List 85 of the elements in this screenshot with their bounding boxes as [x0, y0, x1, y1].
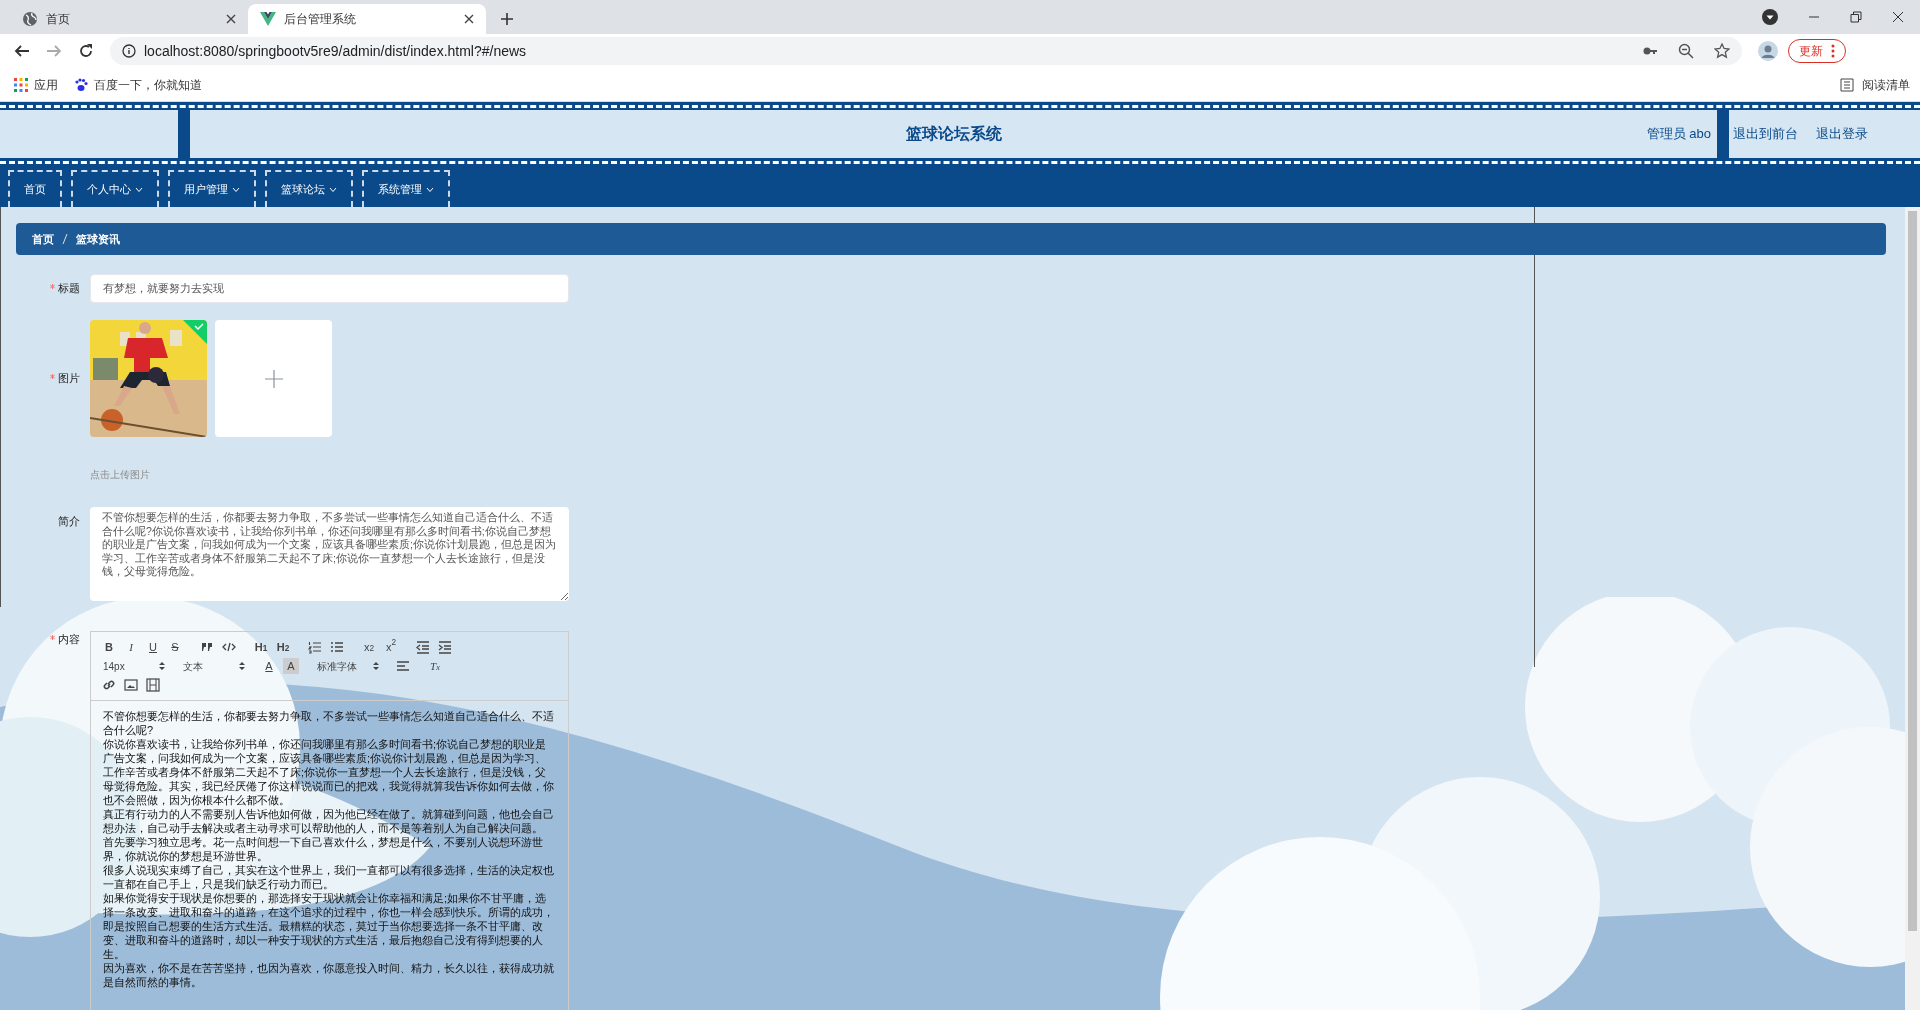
- browser-tab[interactable]: 后台管理系统: [248, 4, 486, 34]
- slash-icon: [62, 234, 68, 244]
- align-left-icon: [396, 659, 410, 673]
- close-icon[interactable]: [226, 14, 236, 24]
- toolbar-button[interactable]: H$_{1}$: [253, 639, 269, 655]
- content-paragraph: 首先要学习独立思考。花一点时间想一下自己喜欢什么，梦想是什么，不要别人说想环游世界，你就说你的梦想是环游世界。: [103, 835, 544, 863]
- toolbar-button[interactable]: x$_{2}$: [361, 639, 377, 655]
- ordered-list-icon: [308, 640, 322, 654]
- toolbar-button[interactable]: [395, 658, 411, 674]
- intro-textarea[interactable]: 不管你想要怎样的生活，你都要去努力争取，不多尝试一些事情怎么知道自己适合什么、不适合什么呢?你说你喜欢读书，让我给你列书单，你还问我哪里有那么多时间看书;你说自己梦想的职业是广告文案，问我如何成为一个文案，应该具备哪些素质;你说你计划晨跑，但总是因为学习、工作辛苦或者身体不舒服第二天起不了床;你说你一直梦想一个人去长途旅行，但是没钱，父母觉得危险。: [90, 507, 569, 601]
- link-icon: [102, 678, 116, 692]
- reload-icon[interactable]: [78, 43, 94, 59]
- more-icon: [1831, 44, 1835, 58]
- url-text: localhost:8080/springbootv5re9/admin/dist/index.html?#/news: [144, 41, 528, 61]
- field-label: 图片: [58, 371, 80, 387]
- field-label: 标题: [58, 281, 80, 297]
- content-paragraph: 很多人说现实束缚了自己，其实在这个世界上，我们一直都可以有很多选择，生活的决定权也一直都在自己手上，只是我们缺乏行动力而已。: [103, 863, 555, 891]
- toolbar-button[interactable]: B: [101, 639, 117, 655]
- code-icon: [222, 640, 236, 654]
- toolbar-button[interactable]: H$_{2}$: [275, 639, 291, 655]
- image-icon: [124, 678, 138, 692]
- bookmark[interactable]: 百度一下，你就知道: [74, 75, 202, 94]
- tab-title: 首页: [46, 11, 71, 28]
- toolbar-button[interactable]: T$_{x}$: [427, 658, 443, 674]
- address-bar[interactable]: localhost:8080/springbootv5re9/admin/dist/index.html?#/news: [110, 37, 1742, 65]
- field-label: 内容: [58, 632, 80, 647]
- list-icon: [1840, 77, 1854, 92]
- breadcrumb-item[interactable]: 篮球资讯: [76, 230, 120, 248]
- apps-grid-icon: [14, 77, 28, 92]
- toolbar-button[interactable]: [307, 639, 323, 655]
- avatar-icon[interactable]: [1758, 41, 1778, 61]
- bullet-list-icon: [330, 640, 344, 654]
- tab-title: 后台管理系统: [284, 11, 357, 28]
- reading-list-button[interactable]: 阅读清单: [1840, 75, 1910, 94]
- info-icon: [122, 44, 136, 58]
- content-paragraph: 如果你觉得安于现状是你想要的，那选择安于现状就会让你幸福和满足;如果你不甘平庸，选择一条改变、进取和奋斗的道路，在这个追求的过程中，你也一样会感到快乐。所谓的成功，即是按照自己想要的生活方式生活。最糟糕的状态，莫过于当你想要选择一条不甘平庸、改变、进取和奋斗的道路时，却以一种安于现状的方式生活，最后抱怨自己没有得到想要的人生。: [103, 891, 555, 961]
- paw-icon: [74, 77, 88, 92]
- title-input[interactable]: 有梦想，就要努力去实现: [90, 274, 569, 303]
- logout-link[interactable]: 退出登录: [1816, 124, 1868, 144]
- video-icon: [146, 678, 160, 692]
- toolbar-button[interactable]: S: [167, 639, 183, 655]
- toolbar-button[interactable]: [123, 677, 139, 693]
- bookmark[interactable]: 应用: [14, 75, 58, 94]
- toolbar-button[interactable]: [329, 639, 345, 655]
- toolbar-button[interactable]: x$^{2}$: [383, 639, 399, 655]
- star-icon[interactable]: [1714, 43, 1730, 59]
- toolbar-select[interactable]: 文本: [181, 658, 245, 674]
- content-paragraph: 你说你喜欢读书，让我给你列书单，你还问我哪里有那么多时间看书;你说自己梦想的职业是广告文案，问我如何成为一个文案，应该具备哪些素质;你说你计划晨跑，但总是因为学习、工作辛苦或者身体不舒服第二天起不了床;你说你一直梦想一个人去长途旅行，但是没钱，父母觉得危险。其实，我已经厌倦了你这样说说而已的把戏，我觉得就算我告诉你如何去做，你也不会照做，因为你根本什么都不做。: [103, 737, 555, 807]
- back-icon[interactable]: [14, 43, 30, 59]
- globe-icon: [22, 11, 38, 27]
- toolbar-select[interactable]: 14px: [101, 658, 165, 674]
- breadcrumb-item[interactable]: 首页: [32, 230, 54, 248]
- outdent-icon: [416, 640, 430, 654]
- field-label: 简介: [58, 514, 80, 529]
- v-logo-icon: [260, 11, 276, 27]
- close-icon[interactable]: [464, 14, 474, 24]
- site-title: 篮球论坛系统: [905, 124, 1002, 144]
- content-paragraph: 不管你想要怎样的生活，你都要去努力争取，不多尝试一些事情怎么知道自己适合什么、不适合什么呢?: [103, 709, 555, 737]
- plus-icon: [264, 369, 283, 388]
- dropdown-icon[interactable]: [1762, 9, 1778, 25]
- restore-icon[interactable]: [1850, 11, 1862, 23]
- zoom-icon[interactable]: [1678, 43, 1694, 59]
- upload-success-icon: [183, 320, 207, 344]
- select-arrows-icon: [373, 661, 379, 671]
- toolbar-button[interactable]: A: [261, 658, 277, 674]
- upload-hint: 点击上传图片: [90, 468, 150, 482]
- close-icon[interactable]: [1892, 11, 1904, 23]
- select-arrows-icon: [159, 661, 165, 671]
- plus-icon[interactable]: [500, 12, 514, 26]
- select-arrows-icon: [239, 661, 245, 671]
- indent-icon: [438, 640, 452, 654]
- quote-icon: [200, 640, 214, 654]
- toolbar-button[interactable]: [415, 639, 431, 655]
- toolbar-button[interactable]: U: [145, 639, 161, 655]
- toolbar-select[interactable]: 标准字体: [315, 658, 379, 674]
- logout-link[interactable]: 退出到前台: [1733, 124, 1798, 144]
- toolbar-button[interactable]: [145, 677, 161, 693]
- content-paragraph: 真正有行动力的人不需要别人告诉他如何做，因为他已经在做了。就算碰到问题，他也会自己想办法，自己动手去解决或者主动寻求可以帮助他的人，而不是等着别人为自己解决问题。: [103, 807, 555, 835]
- toolbar-button[interactable]: A: [283, 658, 299, 674]
- toolbar-button[interactable]: I: [123, 639, 139, 655]
- toolbar-button[interactable]: [437, 639, 453, 655]
- scrollbar[interactable]: [1905, 207, 1920, 1010]
- rich-text-editor[interactable]: [90, 631, 569, 1010]
- content-paragraph: 因为喜欢，你不是在苦苦坚持，也因为喜欢，你愿意投入时间、精力，长久以往，获得成功就是自然而然的事情。: [103, 961, 555, 989]
- user-name: 管理员 abo: [1646, 125, 1711, 144]
